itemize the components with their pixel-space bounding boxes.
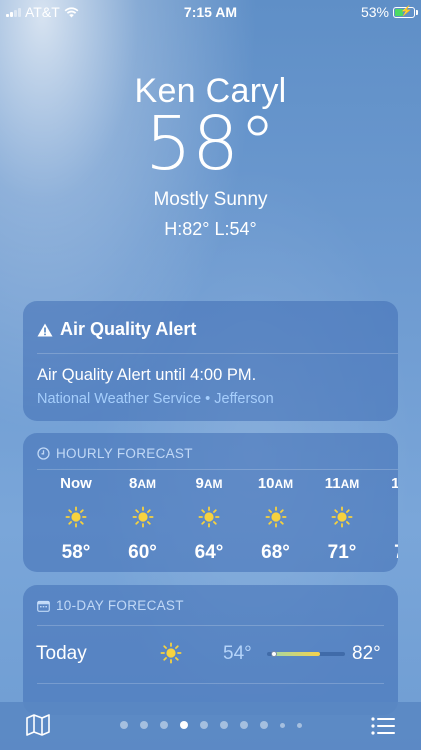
page-dot[interactable] xyxy=(259,721,268,729)
air-quality-alert-card[interactable]: Air Quality Alert Air Quality Alert unti… xyxy=(23,301,398,421)
hour-temperature: 68° xyxy=(261,542,290,563)
high-low: H:82° L:54° xyxy=(164,219,257,239)
hour-temperature: 64° xyxy=(194,542,224,563)
list-icon[interactable] xyxy=(371,716,395,736)
hourly-label: HOURLY FORECAST xyxy=(56,446,193,461)
hour-temperature: 58° xyxy=(61,542,91,563)
hourly-item: Now 58° xyxy=(46,475,106,564)
hourly-item: 12PM 75° xyxy=(379,475,398,564)
clock-icon xyxy=(37,447,50,460)
alert-divider xyxy=(37,353,398,354)
status-bar: AT&T 7:15 AM 53% ⚡ xyxy=(0,0,421,24)
page-dot[interactable] xyxy=(279,722,285,728)
hourly-divider xyxy=(37,469,398,470)
hourly-forecast-card[interactable]: HOURLY FORECAST Now 58° 8AM 60° 9AM 64° … xyxy=(23,433,398,572)
ten-day-divider xyxy=(37,625,384,626)
day-high: 82° xyxy=(352,643,381,664)
hourly-item: 10AM 68° xyxy=(246,475,306,564)
sun-icon xyxy=(65,506,87,528)
day-row-divider xyxy=(37,683,384,684)
hourly-item: 8AM 60° xyxy=(113,475,173,564)
hour-label: 8AM xyxy=(128,475,156,492)
page-indicator[interactable] xyxy=(0,721,421,729)
current-weather: Ken Caryl 58° Mostly Sunny H:82° L:54° xyxy=(0,72,421,240)
charging-icon: ⚡ xyxy=(400,5,413,17)
page-dot[interactable] xyxy=(139,721,148,729)
current-temperature-marker xyxy=(270,651,277,657)
hour-label: Now xyxy=(60,475,92,492)
day-low: 54° xyxy=(223,643,252,664)
battery-percent: 53% xyxy=(360,4,389,20)
hour-temperature: 71° xyxy=(327,542,357,563)
condition: Mostly Sunny xyxy=(153,189,268,210)
calendar-icon xyxy=(37,600,50,612)
ten-day-label: 10-DAY FORECAST xyxy=(56,598,184,613)
alert-message: Air Quality Alert until 4:00 PM. xyxy=(37,366,257,384)
day-row-today[interactable]: Today 54° 82° xyxy=(23,640,398,670)
alert-title: Air Quality Alert xyxy=(60,319,197,339)
page-dot[interactable] xyxy=(179,721,188,729)
hourly-item: 9AM 64° xyxy=(179,475,239,564)
sun-icon xyxy=(198,506,220,528)
hourly-label-row: HOURLY FORECAST xyxy=(37,446,193,461)
page-dot[interactable] xyxy=(239,721,248,729)
page-dot[interactable] xyxy=(119,721,128,729)
ten-day-forecast-card[interactable]: 10-DAY FORECAST Today 54° 82° xyxy=(23,585,398,715)
page-dot[interactable] xyxy=(296,722,302,728)
sun-icon xyxy=(397,516,398,518)
hour-temperature: 75° xyxy=(379,542,398,564)
current-temperature: 58° xyxy=(144,101,277,187)
temperature-range-fill xyxy=(274,652,320,656)
sun-icon xyxy=(331,506,353,528)
hour-label: 11AM xyxy=(324,475,360,492)
sun-icon xyxy=(131,506,154,528)
warning-icon xyxy=(37,323,53,336)
hour-label: 12PM xyxy=(391,475,398,492)
day-name: Today xyxy=(36,643,87,664)
hour-label: 10AM xyxy=(257,475,294,492)
ten-day-label-row: 10-DAY FORECAST xyxy=(37,598,184,613)
temperature-range-bar xyxy=(267,651,345,657)
hour-temperature: 60° xyxy=(128,542,157,563)
page-dot[interactable] xyxy=(219,721,228,729)
bottom-toolbar xyxy=(0,702,421,750)
battery-icon: ⚡ xyxy=(393,5,418,18)
clock: 7:15 AM xyxy=(183,4,238,20)
hour-label: 9AM xyxy=(195,475,223,492)
sun-icon xyxy=(264,506,287,528)
page-dot[interactable] xyxy=(199,721,208,729)
sun-icon xyxy=(160,642,182,664)
battery-info: 53% ⚡ xyxy=(360,4,418,20)
page-dot[interactable] xyxy=(159,721,168,729)
hourly-item: 11AM 71° xyxy=(312,475,372,564)
alert-source: National Weather Service • Jefferson xyxy=(37,391,274,407)
alert-title-row: Air Quality Alert xyxy=(37,319,196,340)
